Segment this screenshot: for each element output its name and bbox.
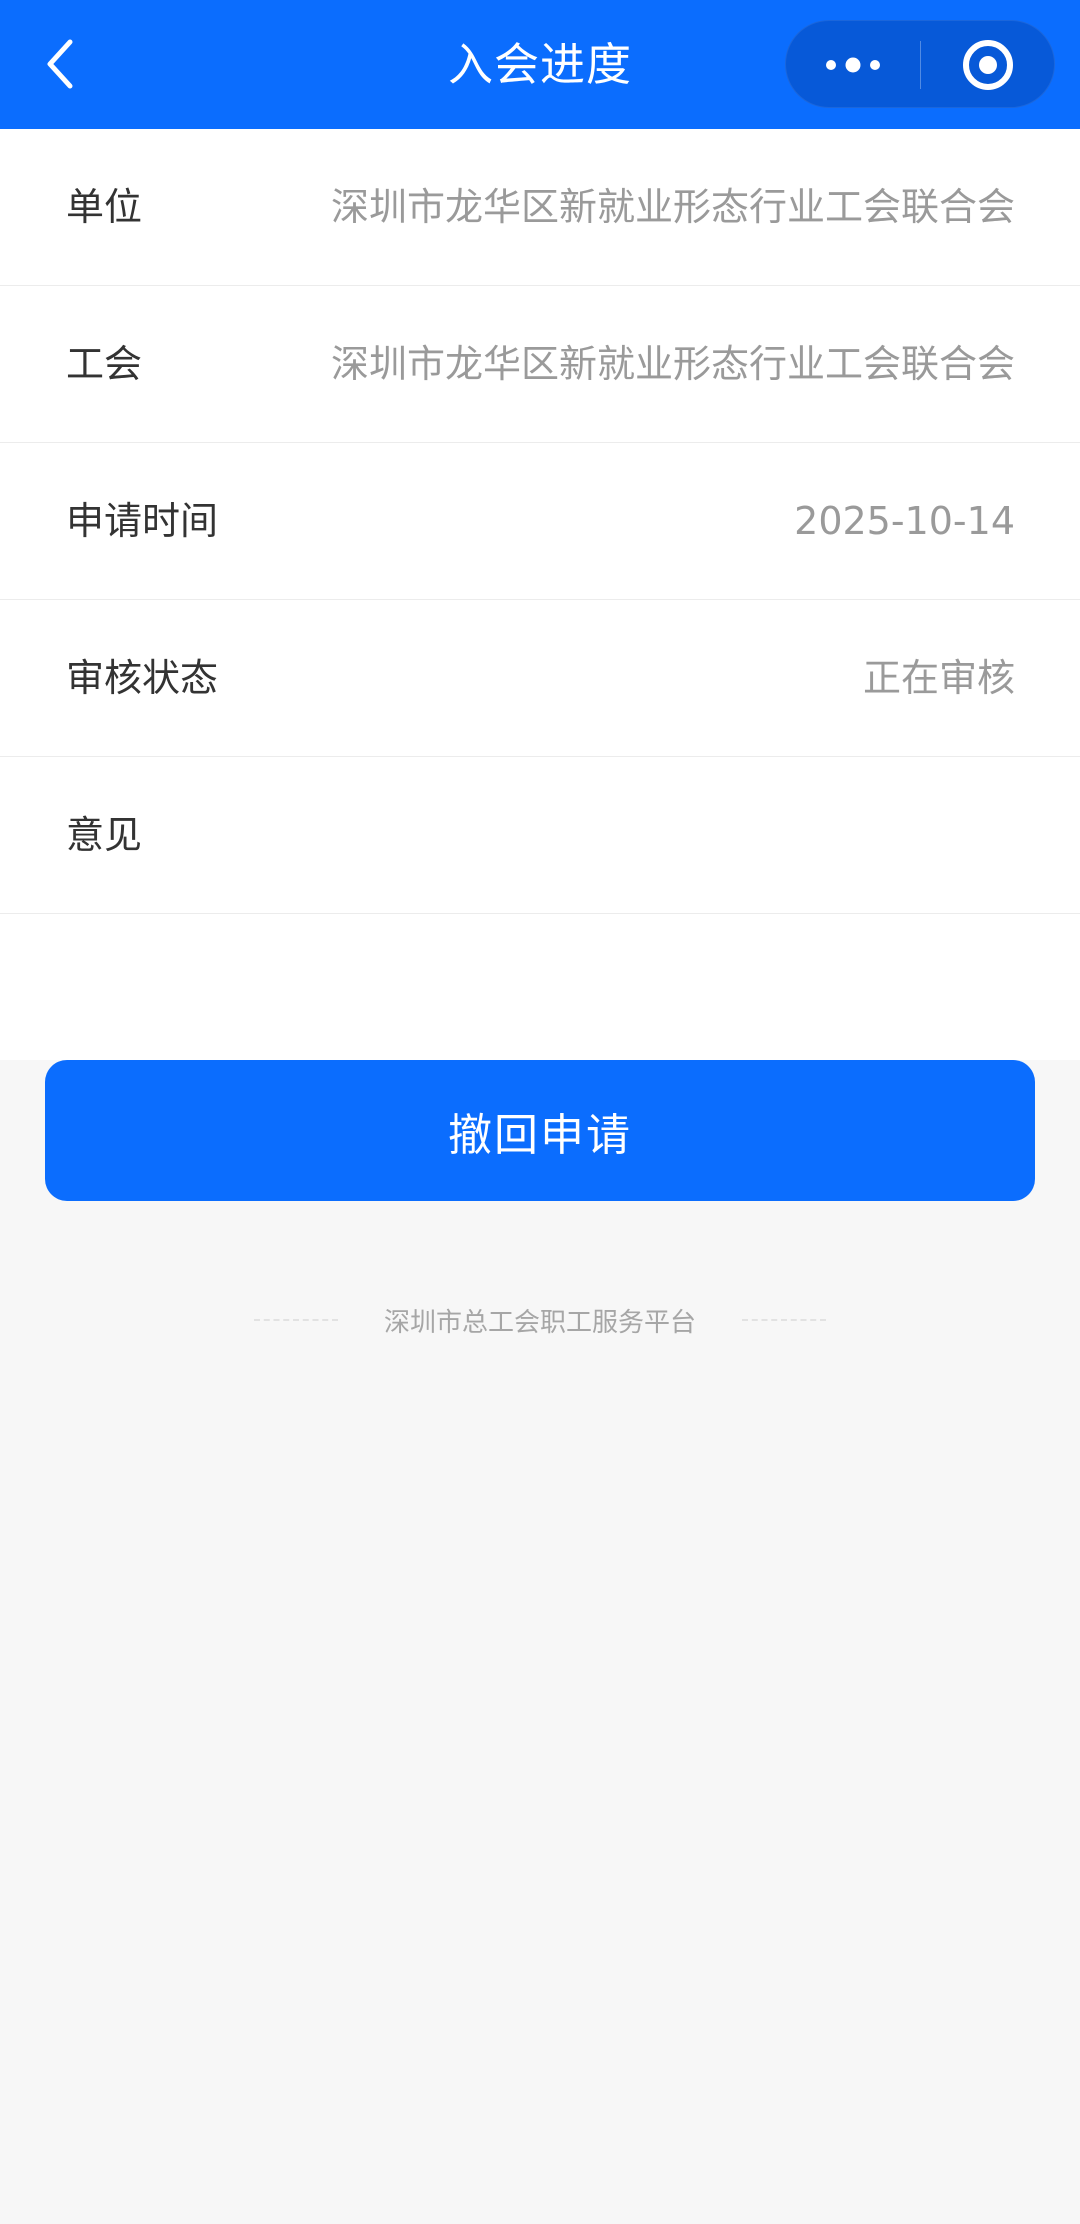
status-value: 正在审核	[862, 656, 1015, 700]
navigation-bar: 入会进度	[0, 0, 1080, 129]
footer-platform-text: 深圳市总工会职工服务平台	[383, 1307, 696, 1338]
mini-program-capsule	[785, 20, 1055, 108]
footer-divider-left	[253, 1319, 338, 1321]
row-label: 工会	[66, 342, 143, 386]
chevron-left-icon	[47, 39, 73, 89]
row-value: 深圳市龙华区新就业形态行业工会联合会	[330, 342, 1015, 386]
detail-row-unit: 单位 深圳市龙华区新就业形态行业工会联合会	[0, 129, 1080, 286]
page-title: 入会进度	[447, 38, 632, 91]
footer: 深圳市总工会职工服务平台	[0, 1290, 1080, 1350]
row-value: 深圳市龙华区新就业形态行业工会联合会	[330, 185, 1015, 229]
application-details-card: 单位 深圳市龙华区新就业形态行业工会联合会 工会 深圳市龙华区新就业形态行业工会…	[0, 129, 1080, 1060]
target-close-icon	[963, 40, 1013, 90]
withdraw-application-button[interactable]: 撤回申请	[45, 1060, 1035, 1201]
row-label: 意见	[66, 813, 143, 857]
back-button[interactable]	[24, 24, 96, 104]
row-label: 单位	[66, 185, 143, 229]
row-value: 2025-10-14	[794, 499, 1015, 543]
row-label: 审核状态	[66, 656, 219, 700]
detail-row-opinion: 意见	[0, 757, 1080, 914]
row-label: 申请时间	[66, 499, 219, 543]
footer-divider-right	[742, 1319, 826, 1321]
detail-row-apply-time: 申请时间 2025-10-14	[0, 443, 1080, 600]
more-button[interactable]	[786, 21, 920, 109]
more-dots-icon	[826, 57, 880, 73]
detail-row-review-status: 审核状态 正在审核	[0, 600, 1080, 757]
close-button[interactable]	[921, 21, 1055, 109]
detail-row-union: 工会 深圳市龙华区新就业形态行业工会联合会	[0, 286, 1080, 443]
